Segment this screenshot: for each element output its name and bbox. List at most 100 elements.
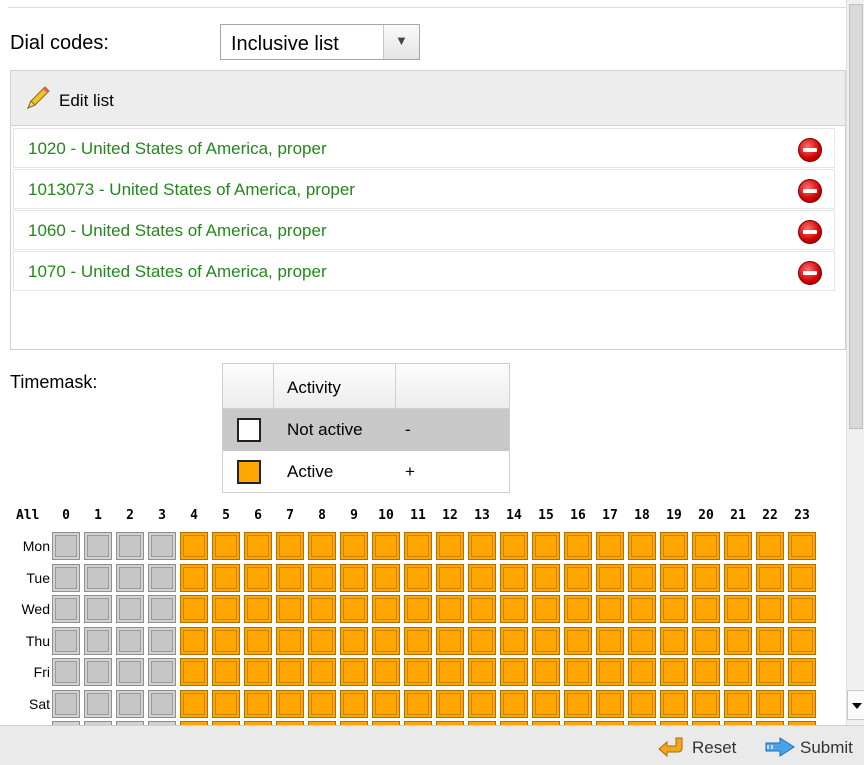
dial-codes-select[interactable]: Inclusive list ▼ xyxy=(220,24,420,60)
timemask-cell[interactable] xyxy=(788,532,816,560)
timemask-cell[interactable] xyxy=(660,532,688,560)
timemask-cell[interactable] xyxy=(564,532,592,560)
timemask-cell[interactable] xyxy=(372,595,400,623)
timemask-cell[interactable] xyxy=(628,595,656,623)
timemask-cell[interactable] xyxy=(212,564,240,592)
timemask-cell[interactable] xyxy=(436,595,464,623)
scrollbar-thumb[interactable] xyxy=(849,4,863,429)
hour-header[interactable]: 15 xyxy=(534,508,558,523)
timemask-cell[interactable] xyxy=(564,564,592,592)
timemask-cell[interactable] xyxy=(340,690,368,718)
timemask-cell[interactable] xyxy=(500,595,528,623)
timemask-cell[interactable] xyxy=(468,627,496,655)
timemask-cell[interactable] xyxy=(148,564,176,592)
timemask-cell[interactable] xyxy=(724,627,752,655)
timemask-cell[interactable] xyxy=(788,595,816,623)
hour-header[interactable]: 22 xyxy=(758,508,782,523)
timemask-cell[interactable] xyxy=(180,595,208,623)
legend-row-not-active[interactable]: Not active - xyxy=(223,409,509,451)
timemask-cell[interactable] xyxy=(148,595,176,623)
timemask-cell[interactable] xyxy=(340,627,368,655)
timemask-cell[interactable] xyxy=(692,532,720,560)
timemask-cell[interactable] xyxy=(116,595,144,623)
timemask-cell[interactable] xyxy=(340,532,368,560)
timemask-cell[interactable] xyxy=(372,532,400,560)
timemask-cell[interactable] xyxy=(596,532,624,560)
timemask-cell[interactable] xyxy=(564,690,592,718)
timemask-cell[interactable] xyxy=(84,564,112,592)
timemask-cell[interactable] xyxy=(244,595,272,623)
timemask-cell[interactable] xyxy=(596,658,624,686)
hour-header[interactable]: 10 xyxy=(374,508,398,523)
timemask-cell[interactable] xyxy=(404,658,432,686)
timemask-cell[interactable] xyxy=(532,532,560,560)
timemask-cell[interactable] xyxy=(212,532,240,560)
timemask-cell[interactable] xyxy=(116,690,144,718)
timemask-cell[interactable] xyxy=(404,690,432,718)
hour-header[interactable]: 16 xyxy=(566,508,590,523)
hour-header[interactable]: 11 xyxy=(406,508,430,523)
hour-header[interactable]: 14 xyxy=(502,508,526,523)
timemask-cell[interactable] xyxy=(436,690,464,718)
timemask-cell[interactable] xyxy=(788,658,816,686)
timemask-cell[interactable] xyxy=(180,627,208,655)
timemask-cell[interactable] xyxy=(660,690,688,718)
timemask-cell[interactable] xyxy=(724,690,752,718)
timemask-cell[interactable] xyxy=(692,627,720,655)
timemask-cell[interactable] xyxy=(532,627,560,655)
hour-header[interactable]: 2 xyxy=(118,508,142,523)
timemask-cell[interactable] xyxy=(500,627,528,655)
timemask-cell[interactable] xyxy=(628,627,656,655)
timemask-cell[interactable] xyxy=(532,690,560,718)
timemask-cell[interactable] xyxy=(500,658,528,686)
timemask-cell[interactable] xyxy=(756,627,784,655)
timemask-cell[interactable] xyxy=(52,658,80,686)
timemask-cell[interactable] xyxy=(724,658,752,686)
timemask-cell[interactable] xyxy=(180,532,208,560)
timemask-cell[interactable] xyxy=(596,627,624,655)
timemask-cell[interactable] xyxy=(84,532,112,560)
timemask-cell[interactable] xyxy=(404,627,432,655)
timemask-cell[interactable] xyxy=(340,595,368,623)
timemask-cell[interactable] xyxy=(340,564,368,592)
timemask-cell[interactable] xyxy=(244,532,272,560)
timemask-cell[interactable] xyxy=(372,627,400,655)
timemask-cell[interactable] xyxy=(692,595,720,623)
timemask-cell[interactable] xyxy=(84,627,112,655)
timemask-cell[interactable] xyxy=(468,595,496,623)
timemask-cell[interactable] xyxy=(628,690,656,718)
timemask-cell[interactable] xyxy=(500,532,528,560)
timemask-cell[interactable] xyxy=(180,564,208,592)
timemask-cell[interactable] xyxy=(180,658,208,686)
hour-header[interactable]: 0 xyxy=(54,508,78,523)
timemask-cell[interactable] xyxy=(308,690,336,718)
timemask-cell[interactable] xyxy=(724,564,752,592)
timemask-cell[interactable] xyxy=(244,564,272,592)
timemask-cell[interactable] xyxy=(628,658,656,686)
day-label[interactable]: Wed xyxy=(6,601,50,617)
timemask-cell[interactable] xyxy=(276,532,304,560)
timemask-cell[interactable] xyxy=(660,564,688,592)
timemask-cell[interactable] xyxy=(564,595,592,623)
timemask-cell[interactable] xyxy=(532,595,560,623)
remove-icon[interactable] xyxy=(798,261,822,285)
timemask-cell[interactable] xyxy=(212,595,240,623)
select-all-header[interactable]: All xyxy=(16,508,48,523)
timemask-cell[interactable] xyxy=(468,564,496,592)
day-label[interactable]: Tue xyxy=(6,570,50,586)
day-label[interactable]: Sat xyxy=(6,696,50,712)
timemask-cell[interactable] xyxy=(404,532,432,560)
remove-icon[interactable] xyxy=(798,220,822,244)
timemask-cell[interactable] xyxy=(532,658,560,686)
timemask-cell[interactable] xyxy=(52,532,80,560)
timemask-cell[interactable] xyxy=(436,627,464,655)
hour-header[interactable]: 6 xyxy=(246,508,270,523)
hour-header[interactable]: 5 xyxy=(214,508,238,523)
timemask-cell[interactable] xyxy=(756,532,784,560)
timemask-cell[interactable] xyxy=(724,532,752,560)
timemask-cell[interactable] xyxy=(404,595,432,623)
hour-header[interactable]: 18 xyxy=(630,508,654,523)
timemask-cell[interactable] xyxy=(404,564,432,592)
timemask-cell[interactable] xyxy=(436,658,464,686)
hour-header[interactable]: 19 xyxy=(662,508,686,523)
